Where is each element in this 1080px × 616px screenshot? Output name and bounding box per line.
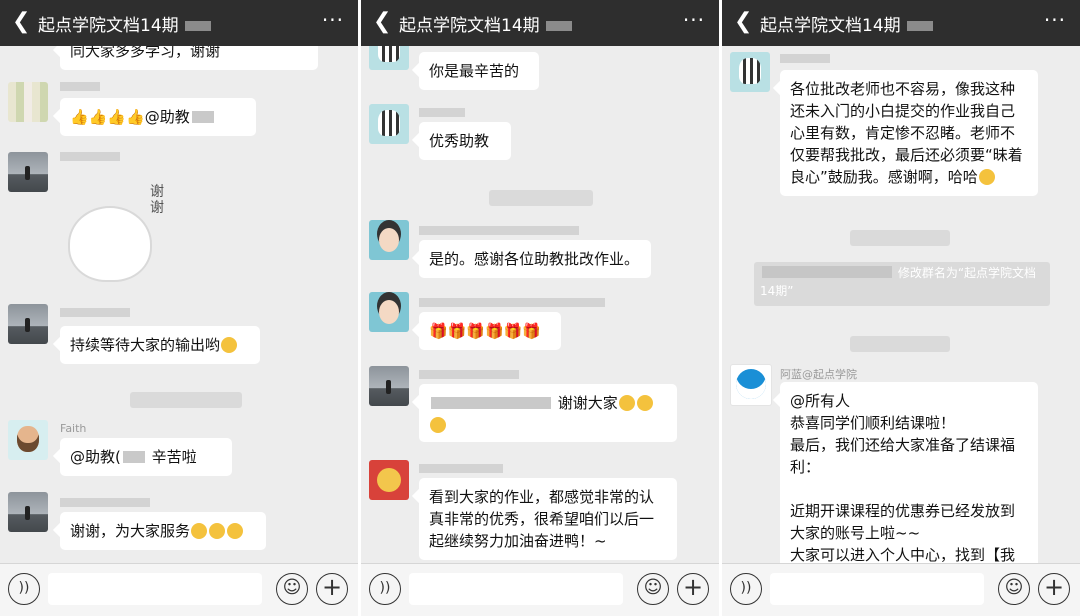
- sticker-text: 谢谢: [150, 184, 164, 216]
- plus-icon[interactable]: +: [677, 573, 709, 605]
- screenshot: ❮ 起点学院文档14期 ··· 同大家多多学习，谢谢 👍👍👍👍@助教 谢谢 持续…: [0, 0, 1080, 616]
- smile-emoji-icon: [618, 395, 635, 411]
- message-bubble: 是的。感谢各位助教批改作业。: [419, 240, 651, 278]
- message-bubble: 持续等待大家的输出哟: [60, 326, 260, 364]
- sender-name: [419, 108, 465, 117]
- message-list: 各位批改老师也不容易，像我这种还未入门的小白提交的作业我自己心里有数，肯定惨不忍…: [722, 46, 1080, 564]
- message-bubble: 你是最辛苦的: [419, 52, 539, 90]
- plus-icon[interactable]: +: [316, 573, 348, 605]
- message-bubble: 优秀助教: [419, 122, 511, 160]
- avatar[interactable]: [369, 46, 409, 70]
- avatar[interactable]: [369, 366, 409, 406]
- sender-name: [419, 226, 579, 235]
- voice-icon[interactable]: )): [8, 573, 40, 605]
- avatar[interactable]: [8, 304, 48, 344]
- sender-name: [419, 464, 503, 473]
- top-bar: ❮ 起点学院文档14期 ···: [0, 0, 358, 46]
- avatar[interactable]: [8, 82, 48, 122]
- message-input[interactable]: [770, 573, 984, 605]
- avatar[interactable]: [369, 104, 409, 144]
- sticker-image[interactable]: [68, 206, 152, 282]
- voice-icon[interactable]: )): [369, 573, 401, 605]
- chat-title: 起点学院文档14期: [760, 11, 933, 36]
- sender-name: Faith: [60, 422, 87, 435]
- avatar[interactable]: [8, 420, 48, 460]
- grin-emoji-icon: [227, 523, 244, 539]
- message-bubble: 谢谢，为大家服务: [60, 512, 266, 550]
- sender-name: [60, 152, 120, 161]
- more-dots-icon[interactable]: ···: [683, 8, 705, 32]
- sender-name: [60, 308, 130, 317]
- back-chevron-left-icon[interactable]: ❮: [373, 9, 391, 34]
- avatar[interactable]: [8, 152, 48, 192]
- grin-emoji-icon: [221, 337, 238, 353]
- more-dots-icon[interactable]: ···: [322, 8, 344, 32]
- rename-notice: 修改群名为“起点学院文档14期”: [754, 262, 1050, 306]
- top-bar: ❮ 起点学院文档14期 ···: [722, 0, 1080, 46]
- message-list: 同大家多多学习，谢谢 👍👍👍👍@助教 谢谢 持续等待大家的输出哟 Faith @…: [0, 46, 358, 564]
- smile-emoji-icon: [636, 395, 653, 411]
- message-bubble: @所有人 恭喜同学们顺利结课啦！ 最后，我们还给大家准备了结课福利： 近期开课课…: [780, 382, 1038, 564]
- message-list: 你是最辛苦的 优秀助教 是的。感谢各位助教批改作业。 🎁🎁🎁🎁🎁🎁 谢谢大家 看…: [361, 46, 719, 564]
- emoji-icon[interactable]: ☺: [276, 573, 308, 605]
- system-notice: [850, 336, 950, 352]
- emoji-icon[interactable]: ☺: [637, 573, 669, 605]
- system-notice: [850, 230, 950, 246]
- message-bubble: 谢谢大家: [419, 384, 677, 442]
- plus-icon[interactable]: +: [1038, 573, 1070, 605]
- emoji-icon[interactable]: ☺: [998, 573, 1030, 605]
- message-bubble: 👍👍👍👍@助教: [60, 98, 256, 136]
- sender-name: [60, 498, 150, 507]
- grin-emoji-icon: [209, 523, 226, 539]
- system-notice: [130, 392, 242, 408]
- message-input[interactable]: [48, 573, 262, 605]
- message-bubble: 各位批改老师也不容易，像我这种还未入门的小白提交的作业我自己心里有数，肯定惨不忍…: [780, 70, 1038, 196]
- message-bubble: 同大家多多学习，谢谢: [60, 46, 318, 70]
- avatar[interactable]: [730, 52, 770, 92]
- back-chevron-left-icon[interactable]: ❮: [734, 9, 752, 34]
- smile-emoji-icon: [430, 417, 446, 433]
- sender-name: 阿蓝@起点学院: [780, 368, 857, 381]
- avatar[interactable]: [369, 220, 409, 260]
- sender-name: [780, 54, 830, 63]
- more-dots-icon[interactable]: ···: [1044, 8, 1066, 32]
- system-notice: [489, 190, 593, 206]
- chat-panel-1: ❮ 起点学院文档14期 ··· 同大家多多学习，谢谢 👍👍👍👍@助教 谢谢 持续…: [0, 0, 358, 616]
- input-bar: )) ☺ +: [0, 563, 358, 616]
- voice-icon[interactable]: )): [730, 573, 762, 605]
- grin-emoji-icon: [191, 523, 208, 539]
- sender-name: [60, 82, 100, 91]
- message-bubble: @助教( 辛苦啦: [60, 438, 232, 476]
- avatar[interactable]: [8, 492, 48, 532]
- top-bar: ❮ 起点学院文档14期 ···: [361, 0, 719, 46]
- message-input[interactable]: [409, 573, 623, 605]
- message-bubble: 🎁🎁🎁🎁🎁🎁: [419, 312, 561, 350]
- chat-panel-3: ❮ 起点学院文档14期 ··· 各位批改老师也不容易，像我这种还未入门的小白提交…: [722, 0, 1080, 616]
- avatar[interactable]: [369, 460, 409, 500]
- sender-name: [419, 370, 519, 379]
- message-bubble: 看到大家的作业，都感觉非常的认真非常的优秀，很希望咱们以后一起继续努力加油奋进鸭…: [419, 478, 677, 560]
- input-bar: )) ☺ +: [361, 563, 719, 616]
- avatar[interactable]: [730, 364, 772, 406]
- avatar[interactable]: [369, 292, 409, 332]
- sender-name: [419, 298, 605, 307]
- laugh-emoji-icon: [978, 169, 995, 185]
- chat-title: 起点学院文档14期: [38, 11, 211, 36]
- chat-panel-2: ❮ 起点学院文档14期 ··· 你是最辛苦的 优秀助教 是的。感谢各位助教批改作…: [361, 0, 719, 616]
- back-chevron-left-icon[interactable]: ❮: [12, 9, 30, 34]
- input-bar: )) ☺ +: [722, 563, 1080, 616]
- chat-title: 起点学院文档14期: [399, 11, 572, 36]
